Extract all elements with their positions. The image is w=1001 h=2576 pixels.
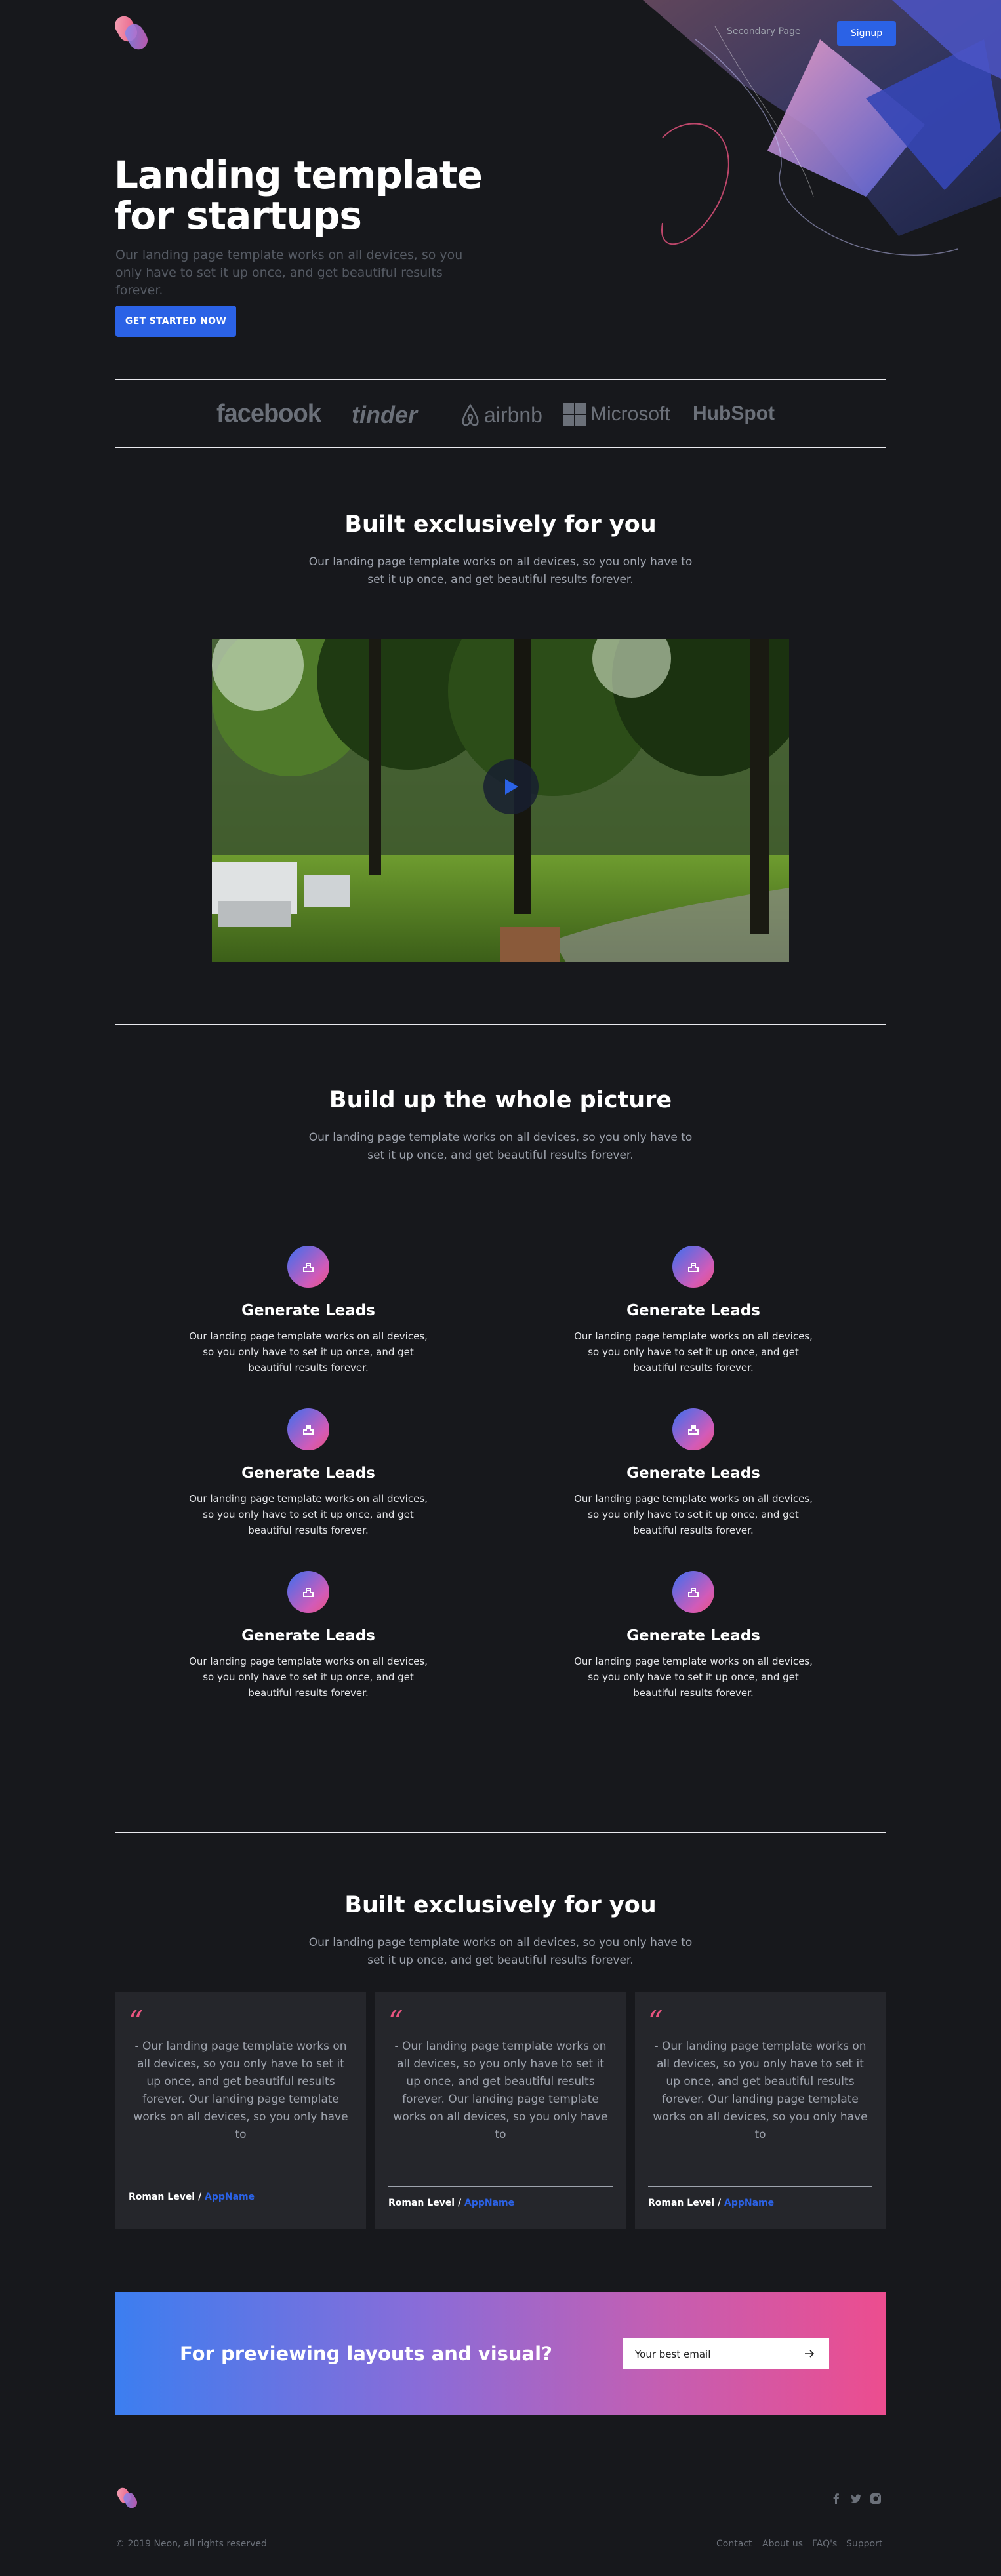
testimonial-text: - Our landing page template works on all… bbox=[133, 2040, 348, 2141]
testimonial-text: - Our landing page template works on all… bbox=[653, 2040, 868, 2141]
hero-subtitle: Our landing page template works on all d… bbox=[115, 248, 463, 298]
feature-item: Generate Leads Our landing page template… bbox=[184, 1571, 433, 1701]
testimonial-card: “ - Our landing page template works on a… bbox=[635, 1992, 886, 2229]
facebook-logo: facebook bbox=[216, 400, 321, 427]
footer-link-about[interactable]: About us bbox=[762, 2539, 803, 2549]
footer-logo[interactable] bbox=[117, 2485, 139, 2511]
play-button[interactable] bbox=[483, 759, 539, 814]
microsoft-logo: Microsoft bbox=[563, 403, 670, 426]
testimonial-card: “ - Our landing page template works on a… bbox=[375, 1992, 626, 2229]
testimonials-section-subtitle: Our landing page template works on all d… bbox=[308, 1936, 693, 1967]
testimonial-author: Roman Level / AppName bbox=[129, 2192, 255, 2202]
footer-link-faqs[interactable]: FAQ's bbox=[812, 2539, 837, 2549]
divider bbox=[115, 1024, 886, 1025]
microsoft-icon bbox=[563, 403, 586, 426]
feature-text: Our landing page template works on all d… bbox=[574, 1655, 813, 1699]
feature-item: Generate Leads Our landing page template… bbox=[569, 1246, 818, 1376]
testimonial-author: Roman Level / AppName bbox=[648, 2198, 775, 2208]
divider bbox=[115, 379, 886, 380]
email-form bbox=[623, 2338, 829, 2371]
leads-icon bbox=[287, 1408, 329, 1450]
leads-icon bbox=[287, 1246, 329, 1288]
arrow-right-icon[interactable] bbox=[804, 2348, 815, 2359]
hero-title: Landing template for startups bbox=[114, 153, 483, 238]
leads-icon bbox=[672, 1408, 714, 1450]
tinder-logo: tinder bbox=[352, 401, 418, 428]
feature-item: Generate Leads Our landing page template… bbox=[569, 1408, 818, 1538]
copyright-text: © 2019 Neon, all rights reserved bbox=[115, 2539, 267, 2549]
feature-title: Generate Leads bbox=[241, 1465, 375, 1482]
card-divider bbox=[388, 2186, 613, 2187]
feature-text: Our landing page template works on all d… bbox=[189, 1493, 428, 1536]
play-icon bbox=[505, 779, 518, 795]
nav-secondary-page[interactable]: Secondary Page bbox=[727, 26, 801, 37]
testimonial-text: - Our landing page template works on all… bbox=[393, 2040, 608, 2141]
feature-item: Generate Leads Our landing page template… bbox=[184, 1408, 433, 1538]
feature-title: Generate Leads bbox=[626, 1465, 760, 1482]
hubspot-logo: HubSpot bbox=[693, 403, 775, 424]
testimonial-author: Roman Level / AppName bbox=[388, 2198, 515, 2208]
brand-logo[interactable] bbox=[114, 13, 151, 52]
features-section-subtitle: Our landing page template works on all d… bbox=[308, 1131, 693, 1162]
feature-text: Our landing page template works on all d… bbox=[189, 1330, 428, 1374]
quote-icon: “ bbox=[129, 2005, 144, 2038]
instagram-icon[interactable] bbox=[870, 2493, 882, 2505]
footer-link-support[interactable]: Support bbox=[846, 2539, 882, 2549]
quote-icon: “ bbox=[388, 2005, 403, 2038]
feature-title: Generate Leads bbox=[241, 1302, 375, 1319]
leads-icon bbox=[672, 1571, 714, 1613]
leads-icon bbox=[672, 1246, 714, 1288]
facebook-icon[interactable] bbox=[830, 2493, 842, 2505]
testimonial-card: “ - Our landing page template works on a… bbox=[115, 1992, 366, 2229]
airbnb-logo: airbnb bbox=[457, 401, 542, 429]
footer-link-contact[interactable]: Contact bbox=[716, 2539, 752, 2549]
quote-icon: “ bbox=[648, 2005, 663, 2038]
feature-title: Generate Leads bbox=[626, 1627, 760, 1644]
banner-title: For previewing layouts and visual? bbox=[180, 2343, 552, 2365]
feature-text: Our landing page template works on all d… bbox=[574, 1330, 813, 1374]
divider bbox=[115, 447, 886, 448]
feature-title: Generate Leads bbox=[241, 1627, 375, 1644]
signup-button[interactable]: Signup bbox=[837, 21, 896, 46]
divider bbox=[115, 1832, 886, 1833]
author-app-link[interactable]: AppName bbox=[464, 2198, 514, 2208]
feature-title: Generate Leads bbox=[626, 1302, 760, 1319]
feature-item: Generate Leads Our landing page template… bbox=[184, 1246, 433, 1376]
feature-text: Our landing page template works on all d… bbox=[574, 1493, 813, 1536]
leads-icon bbox=[287, 1571, 329, 1613]
feature-item: Generate Leads Our landing page template… bbox=[569, 1571, 818, 1701]
video-section-subtitle: Our landing page template works on all d… bbox=[308, 555, 693, 586]
twitter-icon[interactable] bbox=[850, 2493, 862, 2505]
video-section-title: Built exclusively for you bbox=[344, 511, 657, 538]
airbnb-icon bbox=[462, 403, 479, 426]
testimonials-section-title: Built exclusively for you bbox=[344, 1892, 657, 1918]
email-input[interactable] bbox=[634, 2338, 800, 2371]
newsletter-banner: For previewing layouts and visual? bbox=[115, 2292, 886, 2415]
author-app-link[interactable]: AppName bbox=[724, 2198, 774, 2208]
features-section-title: Build up the whole picture bbox=[329, 1087, 672, 1113]
hero-illustration bbox=[643, 0, 1001, 256]
get-started-button[interactable]: GET STARTED NOW bbox=[115, 306, 236, 337]
card-divider bbox=[648, 2186, 872, 2187]
feature-text: Our landing page template works on all d… bbox=[189, 1655, 428, 1699]
author-app-link[interactable]: AppName bbox=[205, 2192, 255, 2202]
